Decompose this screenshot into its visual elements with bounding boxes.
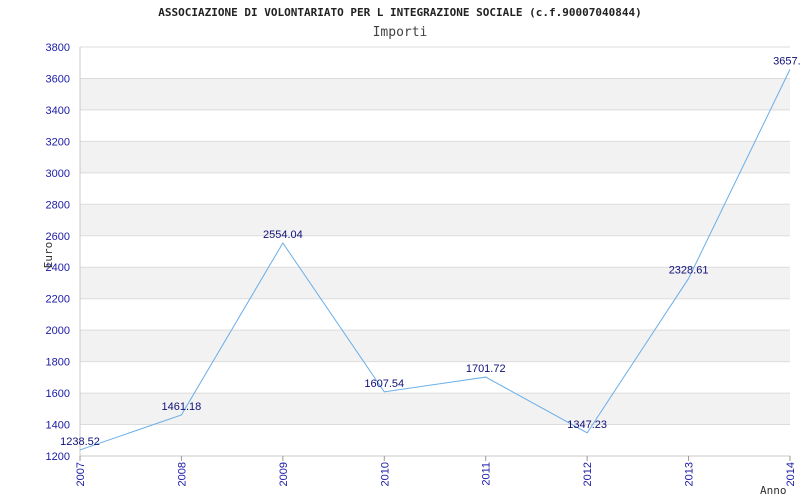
grid-band [80, 330, 790, 362]
data-label: 1607.54 [364, 378, 404, 390]
plot-area: 1200140016001800200022002400260028003000… [42, 42, 800, 497]
grid-band [80, 424, 790, 456]
data-label: 1347.23 [567, 419, 607, 431]
grid-band [80, 172, 790, 205]
x-tick-label: 2010 [379, 462, 391, 486]
grid-band [80, 78, 790, 110]
grid-band [80, 235, 790, 268]
y-tick-label: 1600 [46, 388, 70, 400]
x-tick-label: 2007 [75, 462, 87, 486]
y-axis-title: Euro [42, 242, 55, 269]
data-label: 1461.18 [162, 401, 202, 413]
chart: ASSOCIAZIONE DI VOLONTARIATO PER L INTEG… [0, 0, 800, 500]
y-tick-label: 1200 [46, 451, 70, 463]
grid-band [80, 298, 790, 331]
data-label: 1701.72 [466, 363, 506, 375]
x-tick-label: 2014 [785, 462, 797, 486]
x-tick-label: 2013 [684, 462, 696, 486]
y-tick-label: 1400 [46, 420, 70, 432]
grid-band [80, 47, 790, 79]
x-axis-title: Anno [760, 484, 787, 497]
x-tick-label: 2011 [481, 462, 493, 486]
data-label: 1238.52 [60, 436, 100, 448]
y-tick-label: 2200 [46, 294, 70, 306]
y-tick-label: 1800 [46, 357, 70, 369]
y-tick-label: 3600 [46, 73, 70, 85]
grid-band [80, 109, 790, 142]
grid-band [80, 204, 790, 236]
y-tick-label: 3800 [46, 42, 70, 54]
y-tick-label: 3000 [46, 168, 70, 180]
grid-band [80, 361, 790, 394]
x-tick-label: 2008 [176, 462, 188, 486]
y-tick-label: 2600 [46, 231, 70, 243]
data-label: 2554.04 [263, 229, 303, 241]
y-tick-label: 3200 [46, 136, 70, 148]
grid-band [80, 141, 790, 173]
y-tick-label: 2000 [46, 325, 70, 337]
x-tick-label: 2009 [278, 462, 290, 486]
data-label: 2328.61 [669, 264, 709, 276]
y-tick-label: 3400 [46, 105, 70, 117]
x-tick-label: 2012 [582, 462, 594, 486]
data-label: 3657.6 [773, 55, 800, 67]
y-tick-label: 2800 [46, 199, 70, 211]
